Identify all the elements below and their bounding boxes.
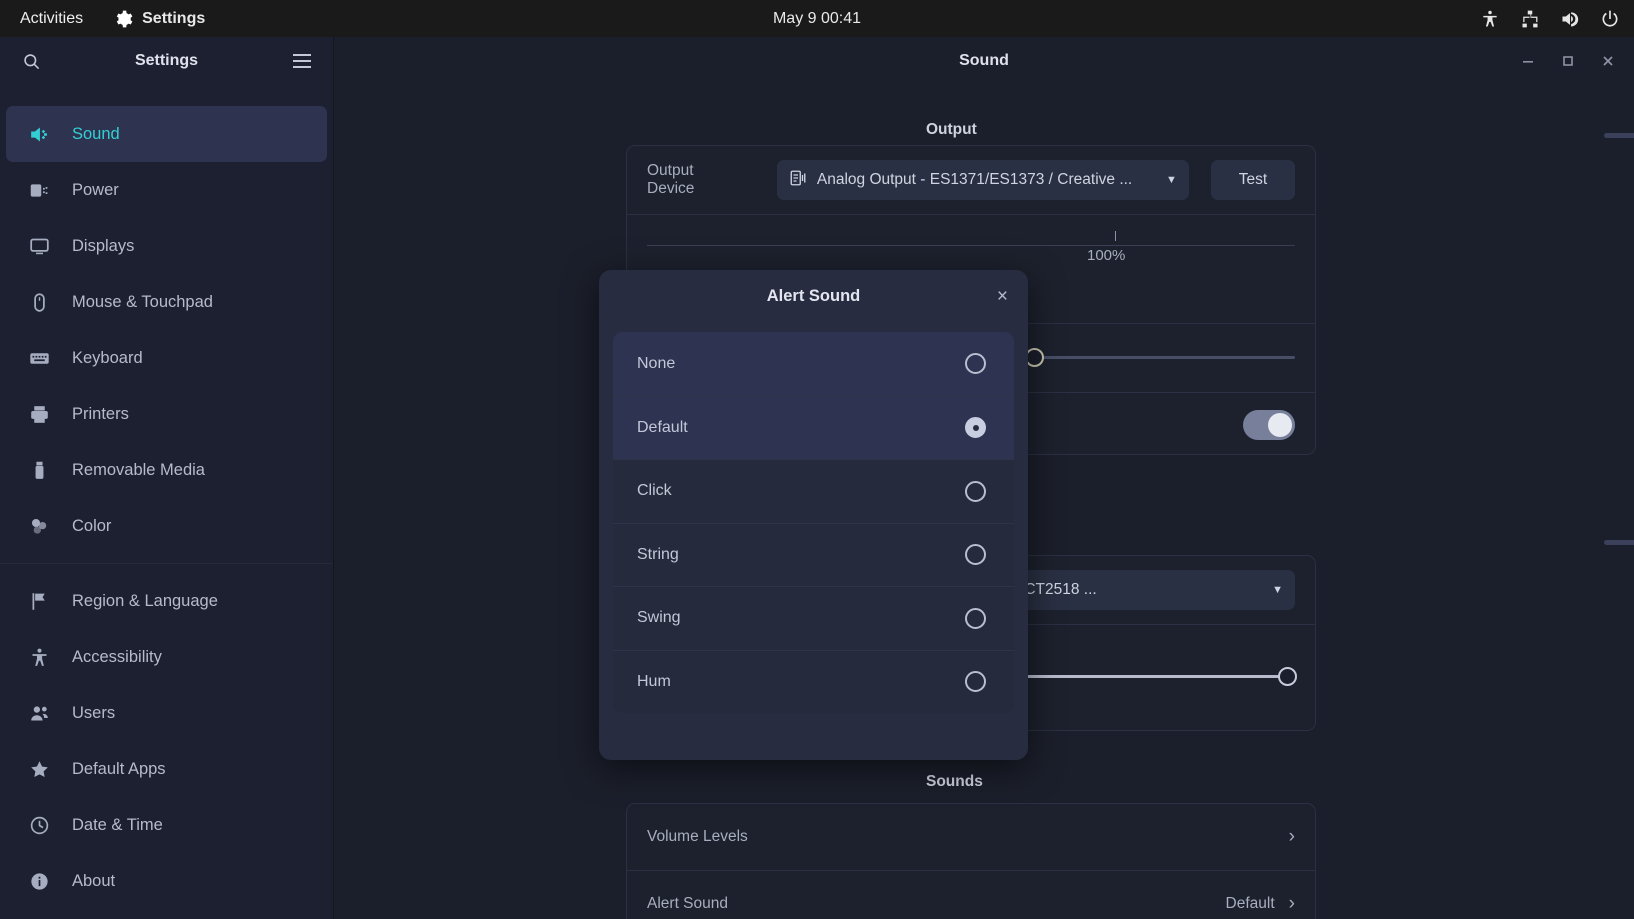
alert-sound-option-label: Click bbox=[637, 482, 672, 500]
alert-sound-option-hum[interactable]: Hum bbox=[613, 649, 1014, 714]
alert-sound-option-click[interactable]: Click bbox=[613, 459, 1014, 523]
system-indicators[interactable] bbox=[1480, 0, 1620, 37]
search-icon[interactable] bbox=[18, 48, 44, 74]
network-icon[interactable] bbox=[1520, 9, 1540, 29]
clock-label[interactable]: May 9 00:41 bbox=[0, 10, 1634, 28]
alert-sound-option-label: None bbox=[637, 354, 676, 372]
alert-sound-option-label: Swing bbox=[637, 609, 681, 627]
dialog-header: Alert Sound × bbox=[599, 270, 1028, 322]
power-icon[interactable] bbox=[1600, 9, 1620, 29]
radio-button[interactable] bbox=[965, 480, 986, 502]
dialog-title: Alert Sound bbox=[766, 286, 861, 305]
system-top-bar: Activities Settings May 9 00:41 bbox=[0, 0, 1634, 37]
radio-button[interactable] bbox=[965, 544, 986, 566]
alert-sound-option-label: Default bbox=[637, 418, 688, 436]
activities-button[interactable]: Activities bbox=[0, 0, 99, 37]
alert-sound-option-label: String bbox=[637, 545, 679, 563]
alert-sound-option-string[interactable]: String bbox=[613, 522, 1014, 587]
radio-button[interactable] bbox=[965, 671, 986, 693]
volume-icon[interactable] bbox=[1560, 9, 1580, 29]
gear-icon bbox=[113, 9, 133, 29]
radio-button[interactable] bbox=[965, 417, 986, 439]
settings-window: Settings Sound Power Displays Mouse & Touch… bbox=[0, 37, 1634, 919]
alert-sound-option-swing[interactable]: Swing bbox=[613, 586, 1014, 650]
alert-sound-option-default[interactable]: Default bbox=[613, 395, 1014, 459]
alert-sound-option-none[interactable]: None bbox=[613, 332, 1014, 396]
app-menu-label: Settings bbox=[142, 9, 206, 27]
alert-sound-dialog: Alert Sound × None Default Click String Swin… bbox=[599, 270, 1028, 760]
alert-sound-option-label: Hum bbox=[637, 672, 671, 690]
hamburger-icon[interactable] bbox=[289, 48, 315, 74]
radio-button[interactable] bbox=[965, 353, 986, 375]
radio-button[interactable] bbox=[965, 607, 986, 629]
top-bar-left: Activities Settings bbox=[0, 0, 219, 37]
accessibility-icon[interactable] bbox=[1480, 9, 1500, 29]
alert-sound-options-list: None Default Click String Swing Hum bbox=[613, 332, 1014, 713]
app-menu-button[interactable]: Settings bbox=[99, 0, 219, 37]
close-icon[interactable]: × bbox=[997, 287, 1008, 306]
